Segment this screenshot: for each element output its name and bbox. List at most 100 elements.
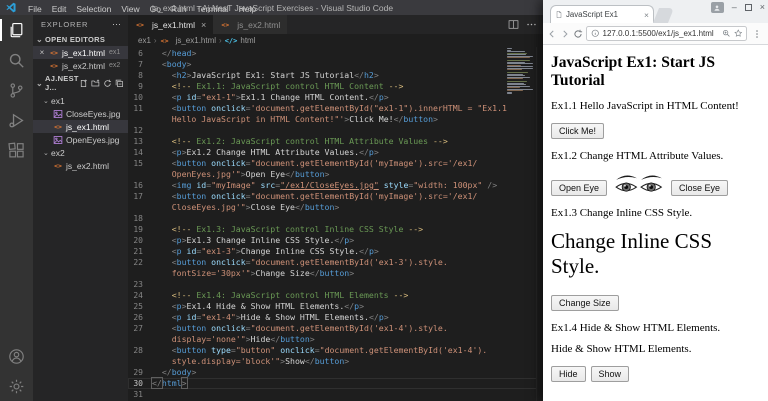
breadcrumb-item-js_ex1.html[interactable]: js_ex1.html (176, 36, 216, 45)
code-editor[interactable]: 6 </head>7 <body>8 <h2>JavaScript Ex1: S… (128, 47, 545, 401)
code-line-11[interactable]: 11 <button onclick='document.getElementB… (128, 103, 545, 114)
project-section-header[interactable]: ⌄ AJ.NEST J... (33, 72, 128, 94)
code-line-7[interactable]: 7 <body> (128, 59, 545, 70)
click-me-button[interactable]: Click Me! (551, 123, 604, 139)
tab-close-icon[interactable]: × (644, 10, 649, 20)
activity-manage[interactable] (0, 371, 33, 401)
open-eye-button[interactable]: Open Eye (551, 180, 607, 196)
code-text: </body> (152, 367, 196, 378)
folder-item-ex2[interactable]: ⌄ex2 (33, 146, 128, 159)
code-line-wrap[interactable]: OpenEyes.jpg'">Open Eye</button> (128, 169, 545, 180)
code-line-15[interactable]: 15 <button onclick="document.getElementB… (128, 158, 545, 169)
url-text[interactable]: 127.0.0.1:5500/ex1/js_ex1.html (603, 29, 720, 38)
breadcrumb-item-html[interactable]: html (240, 36, 255, 45)
browser-tab[interactable]: JavaScript Ex1 × (550, 5, 654, 23)
menu-edit[interactable]: Edit (47, 4, 72, 14)
breadcrumb[interactable]: ex1›<>js_ex1.html›</>html (128, 34, 545, 47)
code-line-18[interactable]: 18 (128, 213, 545, 224)
menu-selection[interactable]: Selection (71, 4, 116, 14)
profile-avatar[interactable] (711, 2, 724, 13)
code-line-wrap[interactable]: fontSize='30px'">Change Size</button> (128, 268, 545, 279)
code-line-17[interactable]: 17 <button onclick="document.getElementB… (128, 191, 545, 202)
code-line-13[interactable]: 13 <!-- Ex1.2: JavaScript control HTML A… (128, 136, 545, 147)
open-editor-label: js_ex1.html (62, 48, 105, 58)
code-line-9[interactable]: 9 <!-- Ex1.1: JavaScript control HTML Co… (128, 81, 545, 92)
code-line-19[interactable]: 19 <!-- Ex1.3: JavaScript control Inline… (128, 224, 545, 235)
address-bar[interactable]: 127.0.0.1:5500/ex1/js_ex1.html (586, 26, 747, 41)
editor-tab-js_ex1.html[interactable]: <>js_ex1.html× (128, 15, 213, 34)
back-arrow-icon[interactable] (547, 29, 557, 39)
close-eye-button[interactable]: Close Eye (671, 180, 728, 196)
line-number: 6 (128, 48, 152, 59)
file-item-js_ex2.html[interactable]: <>js_ex2.html (33, 159, 128, 172)
maximize-button[interactable] (745, 4, 752, 11)
more-actions-icon[interactable] (526, 19, 537, 30)
activity-source-control[interactable] (0, 75, 33, 105)
refresh-icon[interactable] (573, 29, 583, 39)
code-line-26[interactable]: 26 <p id="ex1-4">Hide & Show HTML Elemen… (128, 312, 545, 323)
new-tab-button[interactable] (653, 8, 674, 23)
breadcrumb-item-ex1[interactable]: ex1 (138, 36, 151, 45)
line-number: 10 (128, 92, 152, 103)
code-line-31[interactable]: 31 (128, 389, 545, 400)
code-line-24[interactable]: 24 <!-- Ex1.4: JavaScript control HTML E… (128, 290, 545, 301)
code-line-21[interactable]: 21 <p id="ex1-3">Change Inline CSS Style… (128, 246, 545, 257)
forward-arrow-icon[interactable] (560, 29, 570, 39)
hide-button[interactable]: Hide (551, 366, 586, 382)
show-button[interactable]: Show (591, 366, 630, 382)
code-line-wrap[interactable]: CloseEyes.jpg'">Close Eye</button> (128, 202, 545, 213)
split-editor-icon[interactable] (508, 19, 519, 30)
new-folder-icon[interactable] (91, 79, 100, 88)
code-line-30[interactable]: 30</html> (128, 378, 545, 389)
code-line-20[interactable]: 20 <p>Ex1.3 Change Inline CSS Style.</p> (128, 235, 545, 246)
activity-search[interactable] (0, 45, 33, 75)
close-editor-icon[interactable]: × (37, 48, 47, 57)
code-line-28[interactable]: 28 <button type="button" onclick="docume… (128, 345, 545, 356)
activity-account[interactable] (0, 341, 33, 371)
browser-menu-icon[interactable] (750, 29, 764, 39)
activity-run-debug[interactable] (0, 105, 33, 135)
info-icon[interactable] (591, 29, 600, 38)
file-item-CloseEyes.jpg[interactable]: CloseEyes.jpg (33, 107, 128, 120)
code-line-29[interactable]: 29 </body> (128, 367, 545, 378)
file-item-js_ex1.html[interactable]: <>js_ex1.html (33, 120, 128, 133)
rendered-page: JavaScript Ex1: Start JS Tutorial Ex1.1 … (543, 45, 768, 401)
code-text: </html> (152, 378, 188, 389)
menu-file[interactable]: File (23, 4, 47, 14)
code-line-wrap[interactable]: display='none'">Hide</button> (128, 334, 545, 345)
open-editors-header[interactable]: ⌄ OPEN EDITORS (33, 33, 128, 46)
code-line-22[interactable]: 22 <button onclick="document.getElementB… (128, 257, 545, 268)
code-line-wrap[interactable]: Hello JavaScript in HTML Content!"'>Clic… (128, 114, 545, 125)
code-line-wrap[interactable]: style.display='block'">Show</button> (128, 356, 545, 367)
tab-close-icon[interactable]: × (201, 20, 206, 30)
star-icon[interactable] (734, 29, 743, 38)
close-button[interactable]: × (760, 3, 765, 12)
activity-explorer[interactable] (0, 15, 33, 45)
file-item-OpenEyes.jpg[interactable]: OpenEyes.jpg (33, 133, 128, 146)
zoom-icon[interactable] (722, 29, 731, 38)
folder-item-ex1[interactable]: ⌄ex1 (33, 94, 128, 107)
code-line-16[interactable]: 16 <img id="myImage" src="/ex1/CloseEyes… (128, 180, 545, 191)
refresh-small-icon[interactable] (103, 79, 112, 88)
code-line-12[interactable]: 12 (128, 125, 545, 136)
code-line-23[interactable]: 23 (128, 279, 545, 290)
code-line-8[interactable]: 8 <h2>JavaScript Ex1: Start JS Tutorial<… (128, 70, 545, 81)
activity-extensions[interactable] (0, 135, 33, 165)
code-line-14[interactable]: 14 <p>Ex1.2 Change HTML Attribute Values… (128, 147, 545, 158)
code-line-10[interactable]: 10 <p id="ex1-1">Ex1.1 Change HTML Conte… (128, 92, 545, 103)
collapse-all-icon[interactable] (115, 79, 124, 88)
new-file-icon[interactable] (79, 79, 88, 88)
minimap[interactable] (507, 48, 534, 96)
open-editor-js_ex1.html[interactable]: ×<>js_ex1.htmlex1 (33, 46, 128, 59)
line-number: 30 (128, 378, 152, 389)
folder-badge: ex2 (109, 62, 120, 69)
explorer-more-actions[interactable]: ⋯ (112, 19, 122, 30)
minimize-button[interactable]: – (732, 3, 737, 12)
code-line-27[interactable]: 27 <button onclick="document.getElementB… (128, 323, 545, 334)
code-line-6[interactable]: 6 </head> (128, 48, 545, 59)
open-editor-js_ex2.html[interactable]: <>js_ex2.htmlex2 (33, 59, 128, 72)
change-size-button[interactable]: Change Size (551, 295, 619, 311)
menu-view[interactable]: View (116, 4, 144, 14)
code-line-25[interactable]: 25 <p>Ex1.4 Hide & Show HTML Elements.</… (128, 301, 545, 312)
editor-tab-js_ex2.html[interactable]: <>js_ex2.html (213, 15, 287, 34)
